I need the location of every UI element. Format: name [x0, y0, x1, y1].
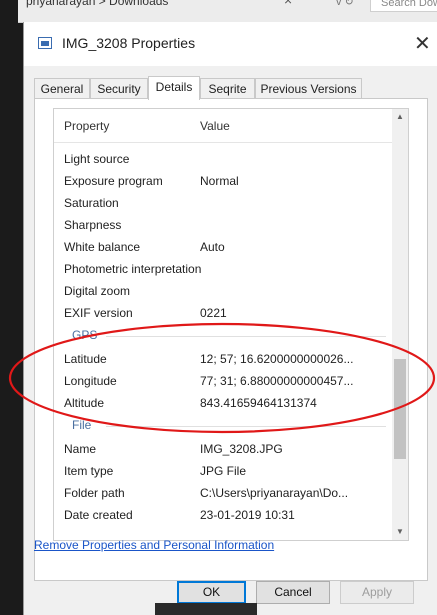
list-item[interactable]: Folder path C:\Users\priyanarayan\Do... [54, 482, 392, 504]
vertical-scrollbar[interactable]: ▲ ▼ [392, 109, 408, 540]
list-item[interactable]: Latitude 12; 57; 16.6200000000026... [54, 348, 392, 370]
tab-security[interactable]: Security [90, 78, 148, 98]
property-value: 12; 57; 16.6200000000026... [200, 352, 354, 366]
scroll-up-icon[interactable]: ▲ [392, 109, 408, 125]
list-item[interactable]: Date created 23-01-2019 10:31 [54, 504, 392, 526]
property-name: Light source [64, 152, 130, 166]
property-name: Sharpness [64, 218, 122, 232]
property-name: Saturation [64, 196, 119, 210]
column-header-property[interactable]: Property [64, 119, 109, 133]
list-item[interactable]: Altitude 843.41659464131374 [54, 392, 392, 414]
gps-section-header: GPS [54, 326, 392, 346]
list-item[interactable]: Digital zoom [54, 280, 392, 302]
scrollbar-thumb[interactable] [394, 359, 406, 459]
background-close-icon: × [284, 0, 293, 8]
property-name: Folder path [64, 486, 125, 500]
details-panel: Property Value Light source Exposure pro… [34, 98, 428, 581]
image-file-icon [38, 37, 52, 49]
property-name: Digital zoom [64, 284, 131, 298]
background-search-box: Search Dow [370, 0, 437, 12]
property-name: EXIF version [64, 306, 133, 320]
section-label: GPS [72, 328, 98, 342]
tab-details[interactable]: Details [148, 76, 200, 100]
section-label: File [72, 418, 92, 432]
section-divider [106, 426, 386, 427]
list-item[interactable]: EXIF version 0221 [54, 302, 392, 324]
property-name: Item type [64, 464, 114, 478]
list-header: Property Value [54, 109, 392, 143]
property-value: Auto [200, 240, 225, 254]
property-name: Exposure program [64, 174, 163, 188]
property-value: 77; 31; 6.88000000000457... [200, 374, 354, 388]
list-item[interactable]: Exposure program Normal [54, 170, 392, 192]
list-item[interactable]: Sharpness [54, 214, 392, 236]
cancel-button[interactable]: Cancel [256, 581, 330, 604]
dialog-title: IMG_3208 Properties [62, 35, 196, 51]
details-list[interactable]: Property Value Light source Exposure pro… [53, 108, 409, 541]
ok-button[interactable]: OK [177, 581, 246, 604]
background-nav-icons: v ↻ [336, 0, 354, 8]
tab-previous-versions[interactable]: Previous Versions [255, 78, 362, 98]
apply-button[interactable]: Apply [340, 581, 414, 604]
property-value: IMG_3208.JPG [200, 442, 283, 456]
list-item[interactable]: Item type JPG File [54, 460, 392, 482]
list-item[interactable]: Light source [54, 148, 392, 170]
tab-seqrite[interactable]: Seqrite [200, 78, 255, 98]
property-name: Latitude [64, 352, 107, 366]
property-value: 843.41659464131374 [200, 396, 317, 410]
property-value: 0221 [200, 306, 227, 320]
list-item[interactable]: Longitude 77; 31; 6.88000000000457... [54, 370, 392, 392]
property-value: C:\Users\priyanarayan\Do... [200, 486, 349, 500]
background-breadcrumb: priyanarayan > Downloads [26, 0, 169, 8]
section-divider [106, 336, 386, 337]
remove-properties-link[interactable]: Remove Properties and Personal Informati… [34, 538, 274, 552]
background-explorer-bar: priyanarayan > Downloads × v ↻ Search Do… [18, 0, 437, 23]
property-name: Longitude [64, 374, 117, 388]
property-name: Altitude [64, 396, 105, 410]
list-item[interactable]: Name IMG_3208.JPG [54, 438, 392, 460]
column-header-value[interactable]: Value [200, 119, 230, 133]
file-section-header: File [54, 416, 392, 436]
property-name: White balance [64, 240, 141, 254]
properties-dialog: IMG_3208 Properties ✕ General Security D… [23, 22, 437, 615]
scroll-down-icon[interactable]: ▼ [392, 524, 408, 540]
list-item[interactable]: Photometric interpretation [54, 258, 392, 280]
taskbar-fragment [155, 603, 257, 615]
property-value: JPG File [200, 464, 247, 478]
property-name: Name [64, 442, 97, 456]
tab-general[interactable]: General [34, 78, 90, 98]
close-icon[interactable]: ✕ [414, 31, 431, 56]
property-value: 23-01-2019 10:31 [200, 508, 295, 522]
list-item[interactable]: Saturation [54, 192, 392, 214]
title-bar: IMG_3208 Properties ✕ [24, 22, 437, 66]
property-name: Date created [64, 508, 133, 522]
list-item[interactable]: White balance Auto [54, 236, 392, 258]
property-value: Normal [200, 174, 239, 188]
property-name: Photometric interpretation [64, 262, 202, 276]
